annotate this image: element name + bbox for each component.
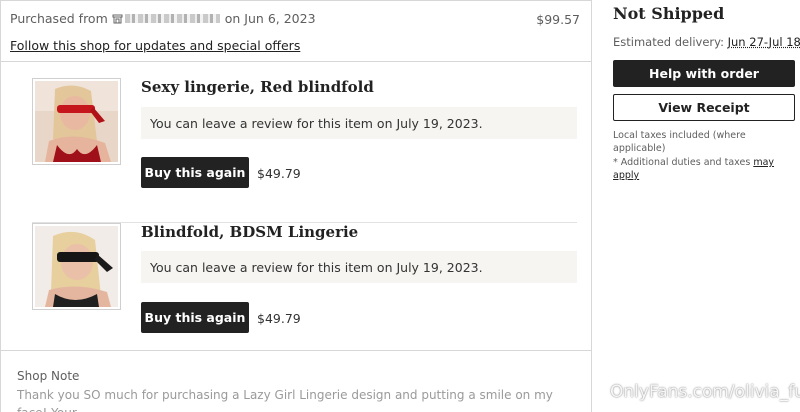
purchased-prefix: Purchased from [10, 11, 108, 26]
purchased-date: on Jun 6, 2023 [225, 11, 316, 26]
estimated-delivery: Estimated delivery: Jun 27-Jul 18 [613, 35, 800, 49]
shop-icon [112, 14, 123, 24]
product-photo-red-blindfold-icon [35, 81, 118, 162]
order-item: Blindfold, BDSM Lingerie You can leave a… [32, 222, 577, 350]
order-total: $99.57 [536, 12, 580, 27]
order-card: Purchased from on Jun 6, 2023 $99.57 Fol… [0, 0, 592, 412]
review-notice: You can leave a review for this item on … [141, 251, 577, 283]
view-receipt-button[interactable]: View Receipt [613, 94, 795, 121]
redacted-shop-name [125, 14, 220, 23]
estimated-delivery-dates[interactable]: Jun 27-Jul 18 [728, 35, 800, 49]
product-photo-black-blindfold-icon [35, 226, 118, 307]
help-with-order-button[interactable]: Help with order [613, 60, 795, 87]
item-price: $49.79 [257, 311, 301, 326]
order-item: Sexy lingerie, Red blindfold You can lea… [32, 77, 577, 217]
duties-note-text: * Additional duties and taxes [613, 157, 750, 168]
item-title[interactable]: Sexy lingerie, Red blindfold [141, 78, 374, 96]
item-title[interactable]: Blindfold, BDSM Lingerie [141, 223, 358, 241]
product-thumbnail[interactable] [32, 223, 121, 310]
watermark: OnlyFans.com/olivia_fur [610, 382, 800, 402]
review-notice: You can leave a review for this item on … [141, 107, 577, 139]
buy-again-button[interactable]: Buy this again [141, 157, 249, 188]
shop-note: Shop Note Thank you SO much for purchasi… [1, 350, 591, 412]
order-status-panel: Not Shipped Estimated delivery: Jun 27-J… [613, 0, 798, 412]
shop-note-text: Thank you SO much for purchasing a Lazy … [17, 386, 575, 412]
product-thumbnail[interactable] [32, 78, 121, 165]
shipping-status: Not Shipped [613, 4, 724, 23]
purchased-line: Purchased from on Jun 6, 2023 [10, 11, 582, 26]
order-header: Purchased from on Jun 6, 2023 $99.57 Fol… [1, 1, 591, 62]
item-price: $49.79 [257, 166, 301, 181]
shop-note-title: Shop Note [17, 369, 575, 383]
tax-note: Local taxes included (where applicable) [613, 129, 793, 155]
follow-shop-link[interactable]: Follow this shop for updates and special… [10, 38, 300, 53]
estimated-delivery-label: Estimated delivery: [613, 35, 724, 49]
buy-again-button[interactable]: Buy this again [141, 302, 249, 333]
duties-note: * Additional duties and taxes may apply [613, 156, 795, 182]
